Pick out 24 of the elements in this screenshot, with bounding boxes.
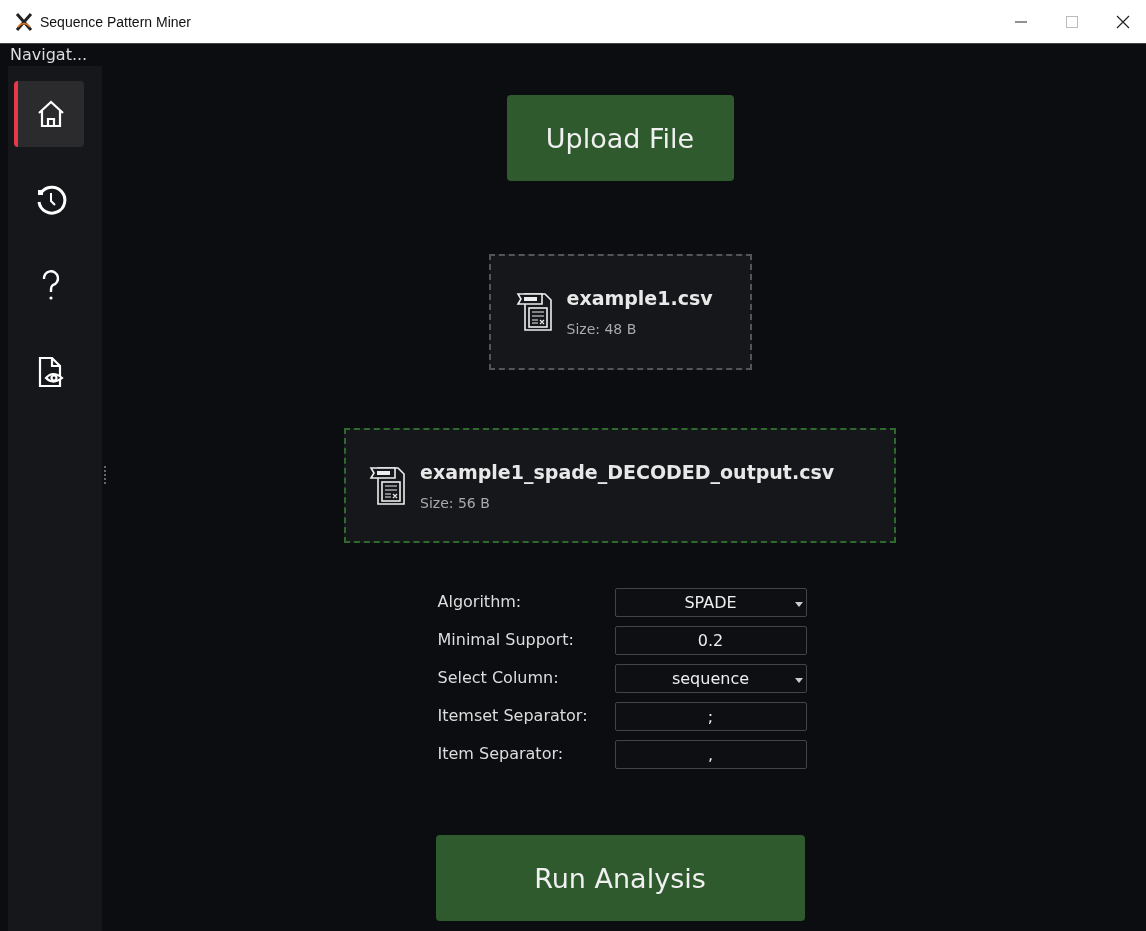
field-label: Select Column: xyxy=(437,667,560,689)
field-label: Algorithm: xyxy=(437,591,523,613)
file-name: example1.csv xyxy=(566,287,713,309)
upload-file-button[interactable]: Upload File xyxy=(506,95,734,181)
field-label: Item Separator: xyxy=(437,743,565,765)
input-field[interactable]: ; xyxy=(614,702,807,731)
file-preview-icon xyxy=(36,354,66,390)
window-title: Sequence Pattern Miner xyxy=(40,13,191,30)
close-icon[interactable] xyxy=(1116,14,1130,29)
run-analysis-button[interactable]: Run Analysis xyxy=(435,835,805,921)
app-logo-icon xyxy=(14,11,34,32)
field-label: Itemset Separator: xyxy=(437,705,589,727)
splitter-handle[interactable] xyxy=(104,466,106,484)
input-field[interactable]: 0.2 xyxy=(614,626,807,655)
dropdown[interactable]: sequence xyxy=(614,664,807,693)
file-size: Size: 56 B xyxy=(420,494,491,511)
file-size: Size: 48 B xyxy=(566,321,638,337)
nav-home-item[interactable] xyxy=(14,81,84,147)
file-name: example1_spade_DECODED_output.csv xyxy=(420,460,835,483)
field-label: Minimal Support: xyxy=(437,629,575,651)
input-field[interactable]: , xyxy=(614,740,807,769)
dropdown[interactable]: SPADE xyxy=(614,588,807,617)
caret-icon xyxy=(794,602,803,607)
caret-icon xyxy=(794,678,803,683)
